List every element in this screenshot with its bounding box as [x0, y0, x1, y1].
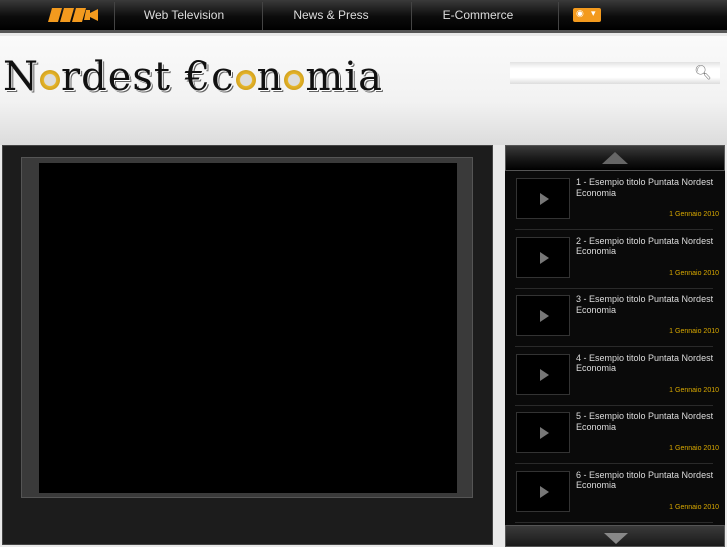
- playlist-item[interactable]: 6 - Esempio titolo Puntata Nordest Econo…: [515, 465, 719, 523]
- site-logo[interactable]: Nrdest €c n mia: [3, 54, 383, 100]
- video-camera-logo-icon[interactable]: [48, 6, 100, 24]
- playlist-item[interactable]: 2 - Esempio titolo Puntata Nordest Econo…: [515, 231, 719, 289]
- video-frame: [21, 157, 473, 498]
- video-thumbnail[interactable]: [516, 412, 570, 453]
- arrow-up-icon: [602, 152, 628, 164]
- episode-date: 1 Gennaio 2010: [669, 503, 719, 511]
- euro-coin-icon: [235, 70, 256, 90]
- play-icon: [540, 310, 549, 322]
- video-thumbnail[interactable]: [516, 178, 570, 219]
- play-icon: [540, 251, 549, 264]
- euro-coin-icon: [284, 70, 305, 90]
- rss-feed-button[interactable]: ◉ ▾: [573, 8, 601, 22]
- episode-date: 1 Gennaio 2010: [669, 211, 719, 218]
- episode-date: 1 Gennaio 2010: [669, 445, 719, 452]
- episode-title[interactable]: 4 - Esempio titolo Puntata Nordest Econo…: [576, 353, 716, 374]
- video-player[interactable]: [39, 163, 457, 493]
- search-box: 🔍︎: [510, 62, 720, 84]
- episode-title[interactable]: 3 - Esempio titolo Puntata Nordest Econo…: [576, 294, 716, 315]
- episode-title[interactable]: 5 - Esempio titolo Puntata Nordest Econo…: [576, 411, 716, 432]
- episode-date: 1 Gennaio 2010: [669, 269, 719, 277]
- episode-date: 1 Gennaio 2010: [669, 386, 719, 394]
- top-nav: Web Television News & Press E-Commerce ◉…: [0, 0, 727, 33]
- playlist-item[interactable]: 1 - Esempio titolo Puntata Nordest Econo…: [515, 172, 719, 230]
- play-icon: [540, 427, 549, 439]
- nav-e-commerce[interactable]: E-Commerce: [408, 8, 548, 22]
- episode-date: 1 Gennaio 2010: [669, 328, 719, 335]
- episode-title[interactable]: 2 - Esempio titolo Puntata Nordest Econo…: [576, 236, 716, 257]
- play-icon: [540, 193, 549, 205]
- video-thumbnail[interactable]: [516, 295, 570, 336]
- arrow-down-icon: [604, 533, 628, 544]
- divider: [558, 2, 559, 30]
- rss-feed-icon: ◉: [576, 8, 584, 18]
- play-icon: [540, 485, 549, 498]
- scroll-down-button[interactable]: [505, 525, 725, 547]
- playlist-panel: 1 - Esempio titolo Puntata Nordest Econo…: [505, 145, 725, 547]
- playlist-item[interactable]: 3 - Esempio titolo Puntata Nordest Econo…: [515, 289, 719, 347]
- header: Nrdest €c n mia 🔍︎: [0, 36, 727, 145]
- video-thumbnail[interactable]: [516, 353, 570, 395]
- euro-coin-icon: [40, 70, 60, 90]
- playlist-item[interactable]: 5 - Esempio titolo Puntata Nordest Econo…: [515, 406, 719, 464]
- search-input[interactable]: [510, 62, 690, 84]
- video-thumbnail[interactable]: [516, 470, 570, 512]
- chevron-down-icon: ▾: [591, 8, 596, 18]
- video-thumbnail[interactable]: [516, 236, 570, 278]
- playlist-item[interactable]: 4 - Esempio titolo Puntata Nordest Econo…: [515, 348, 719, 406]
- episode-title[interactable]: 6 - Esempio titolo Puntata Nordest Econo…: [576, 470, 716, 491]
- scroll-up-button[interactable]: [505, 145, 725, 171]
- nav-web-television[interactable]: Web Television: [114, 8, 254, 22]
- video-panel: [2, 145, 493, 545]
- nav-news-press[interactable]: News & Press: [261, 8, 401, 22]
- play-icon: [540, 368, 549, 381]
- episode-title[interactable]: 1 - Esempio titolo Puntata Nordest Econo…: [576, 177, 716, 198]
- magnifier-icon[interactable]: 🔍︎: [694, 64, 712, 81]
